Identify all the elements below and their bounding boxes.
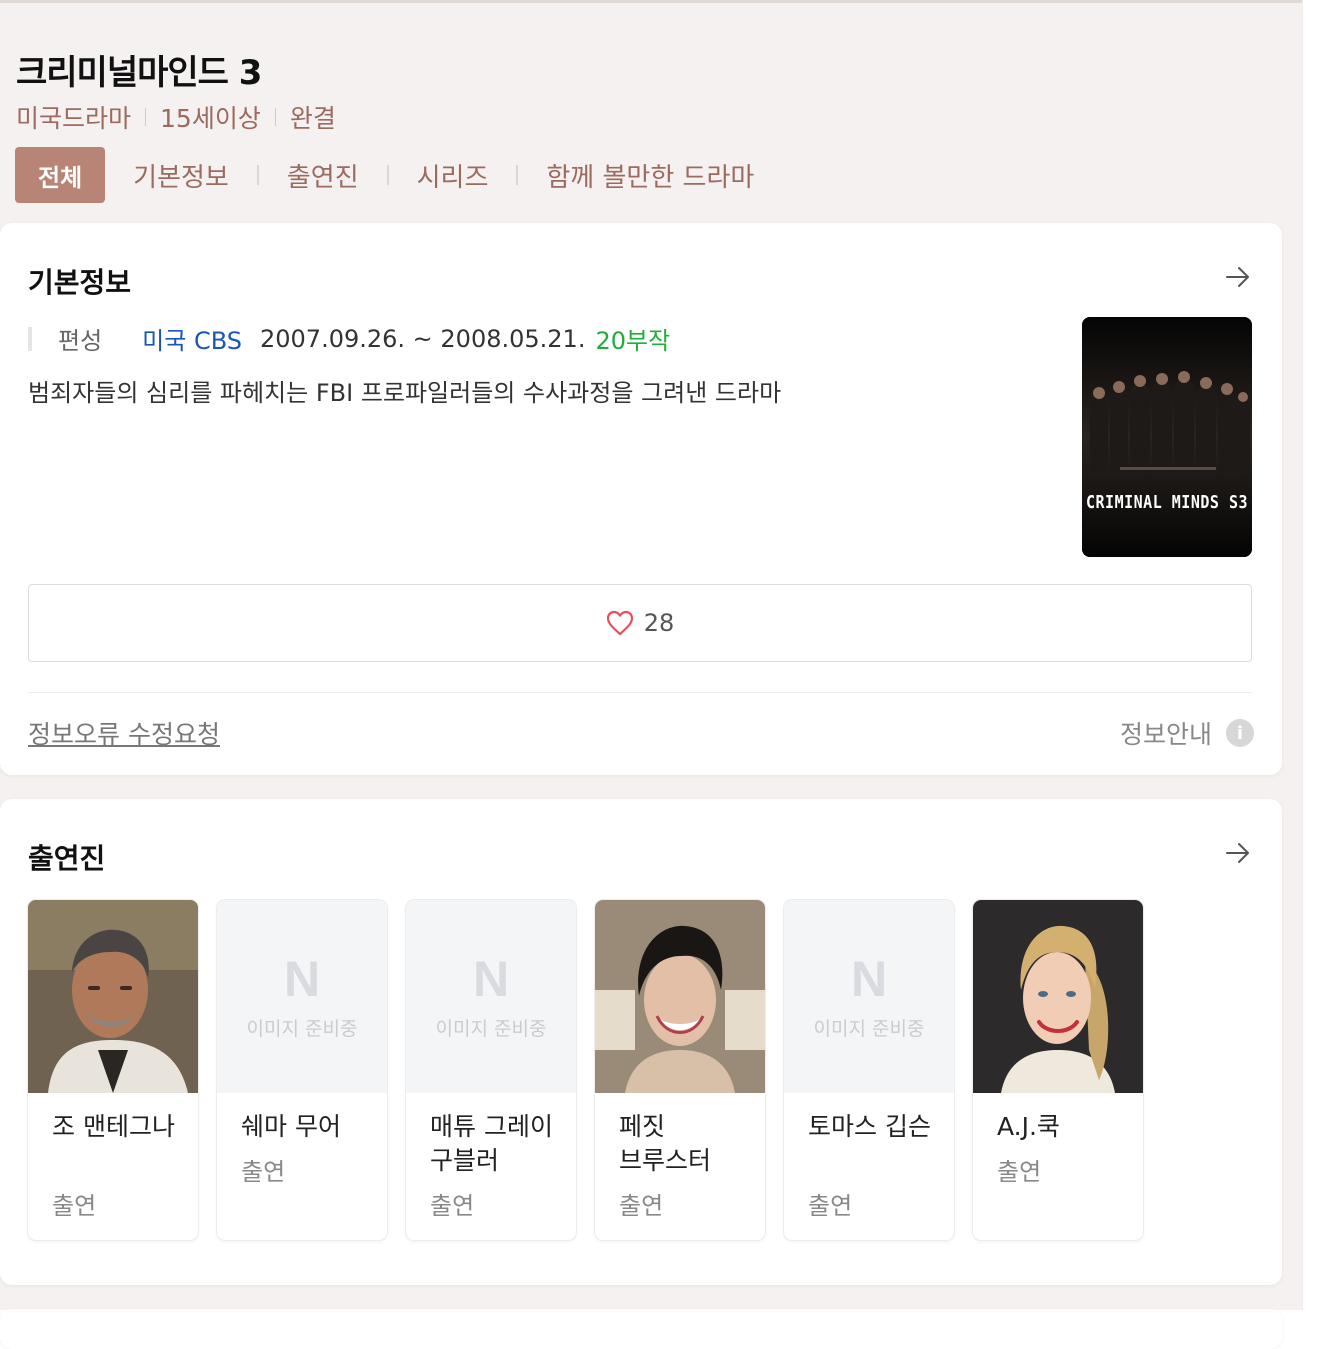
broadcast-label: 편성	[58, 327, 103, 355]
cast-role: 출연	[997, 1158, 1042, 1186]
broadcast-info-row: 편성 미국 CBS 2007.09.26. ~ 2008.05.21. 20부작	[28, 321, 670, 356]
poster-art	[1082, 317, 1252, 557]
meta-divider	[145, 108, 147, 126]
tab-cast[interactable]: 출연진	[287, 157, 359, 194]
tab-divider	[516, 165, 519, 185]
cast-name: A.J.쿡	[997, 1112, 1060, 1141]
tab-bar: 전체 기본정보 출연진 시리즈 함께 볼만한 드라마	[15, 147, 754, 203]
actor-portrait	[973, 900, 1143, 1093]
episode-count-link[interactable]: 20부작	[595, 321, 670, 356]
poster-image[interactable]: CRIMINAL MINDS S3	[1082, 317, 1252, 557]
info-bullet	[28, 326, 32, 351]
meta-rating: 15세이상	[160, 104, 261, 133]
cast-member-card[interactable]: 조 맨테그나 출연	[28, 900, 198, 1240]
card-divider	[28, 692, 1252, 693]
arrow-right-icon[interactable]	[1224, 263, 1252, 291]
arrow-right-icon[interactable]	[1224, 839, 1252, 867]
header: 크리미널마인드 3 미국드라마 15세이상 완결	[16, 45, 336, 133]
placeholder-text: 이미지 준비중	[246, 1018, 358, 1040]
report-error-link[interactable]: 정보오류 수정요청	[28, 715, 220, 751]
heart-icon	[606, 610, 633, 636]
basic-info-card: 기본정보 편성 미국 CBS 2007.09.26. ~ 2008.05.21.…	[0, 223, 1282, 775]
cast-photo	[28, 900, 198, 1093]
cast-member-card[interactable]: N 이미지 준비중 토마스 깁슨 출연	[784, 900, 954, 1240]
naver-logo-icon: N	[472, 951, 510, 1007]
cast-member-card[interactable]: A.J.쿡 출연	[973, 900, 1143, 1240]
cast-role: 출연	[808, 1192, 853, 1220]
cast-name: 조 맨테그나	[52, 1112, 175, 1141]
page-background: 크리미널마인드 3 미국드라마 15세이상 완결 전체 기본정보 출연진 시리즈…	[0, 0, 1302, 1349]
meta-genre: 미국드라마	[16, 104, 132, 133]
next-card	[0, 1309, 1282, 1349]
description: 범죄자들의 심리를 파헤치는 FBI 프로파일러들의 수사과정을 그려낸 드라마	[28, 379, 782, 407]
meta-status: 완결	[289, 104, 336, 133]
page-title: 크리미널마인드 3	[16, 53, 262, 93]
broadcaster-link[interactable]: 미국 CBS	[142, 321, 242, 356]
cast-role: 출연	[241, 1158, 286, 1186]
cast-title: 출연진	[28, 842, 106, 875]
poster-title: CRIMINAL MINDS S3	[1085, 491, 1249, 513]
cast-name: 매튜 그레이 구블러	[430, 1112, 553, 1175]
cast-photo	[595, 900, 765, 1093]
cast-role: 출연	[430, 1192, 475, 1220]
tab-series[interactable]: 시리즈	[417, 157, 489, 194]
cast-name: 페짓 브루스터	[619, 1112, 712, 1175]
cast-member-card[interactable]: N 이미지 준비중 쉐마 무어 출연	[217, 900, 387, 1240]
actor-portrait	[28, 900, 198, 1093]
scrollbar-track[interactable]	[1302, 0, 1318, 1310]
actor-portrait	[595, 900, 765, 1093]
cast-photo-placeholder: N 이미지 준비중	[406, 900, 576, 1093]
like-count: 28	[643, 609, 675, 637]
placeholder-text: 이미지 준비중	[435, 1018, 547, 1040]
tab-all[interactable]: 전체	[15, 147, 106, 203]
placeholder-text: 이미지 준비중	[813, 1018, 925, 1040]
info-icon: i	[1226, 719, 1254, 747]
broadcast-period: 2007.09.26. ~ 2008.05.21.	[260, 324, 586, 353]
naver-logo-icon: N	[850, 951, 888, 1007]
meta-line: 미국드라마 15세이상 완결	[16, 99, 336, 135]
info-guide-button[interactable]: 정보안내 i	[1120, 715, 1254, 751]
cast-name: 토마스 깁슨	[808, 1112, 931, 1141]
cast-list: 조 맨테그나 출연 N 이미지 준비중 쉐마 무어 출연 N 이미지 준비중 매…	[28, 900, 1143, 1240]
tab-recommended[interactable]: 함께 볼만한 드라마	[546, 157, 754, 194]
cast-name: 쉐마 무어	[241, 1112, 341, 1141]
cast-role: 출연	[619, 1192, 664, 1220]
tab-divider	[386, 165, 389, 185]
naver-logo-icon: N	[283, 951, 321, 1007]
cast-photo-placeholder: N 이미지 준비중	[217, 900, 387, 1093]
cast-photo	[973, 900, 1143, 1093]
basic-info-title: 기본정보	[28, 266, 132, 299]
cast-card: 출연진 조 맨테그나 출연 N 이미지 준비중 쉐마 무어 출연 N 이미지 준…	[0, 799, 1282, 1285]
cast-member-card[interactable]: 페짓 브루스터 출연	[595, 900, 765, 1240]
info-guide-label: 정보안내	[1119, 720, 1212, 749]
cast-member-card[interactable]: N 이미지 준비중 매튜 그레이 구블러 출연	[406, 900, 576, 1240]
tab-divider	[256, 165, 259, 185]
cast-role: 출연	[52, 1192, 97, 1220]
like-button[interactable]: 28	[28, 584, 1252, 662]
meta-divider	[274, 108, 276, 126]
tab-basic-info[interactable]: 기본정보	[133, 157, 229, 194]
cast-photo-placeholder: N 이미지 준비중	[784, 900, 954, 1093]
